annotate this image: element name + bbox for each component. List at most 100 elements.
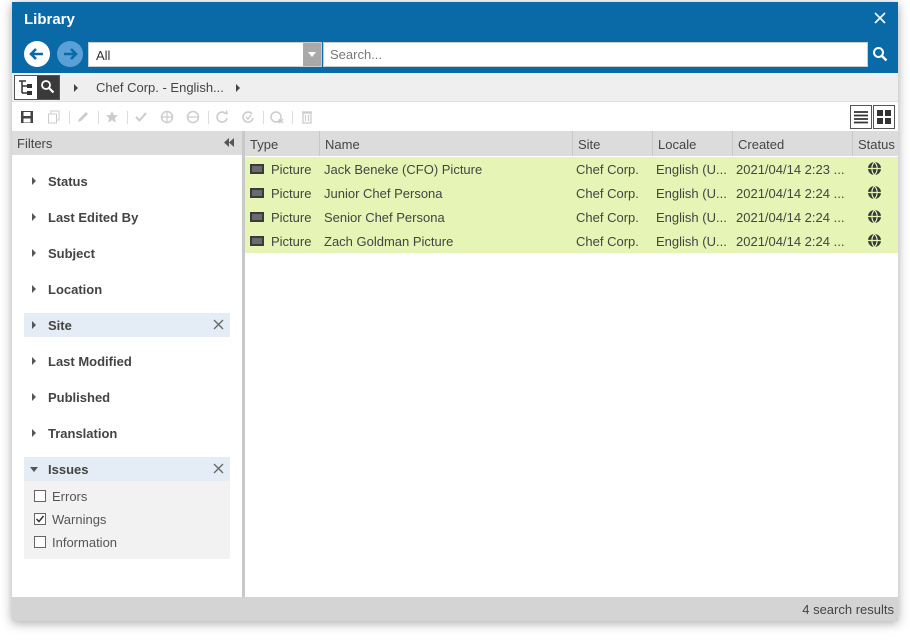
breadcrumb-separator-icon: [74, 84, 78, 92]
checkbox-label: Information: [52, 535, 118, 550]
filter-translation[interactable]: Translation: [24, 421, 230, 445]
breadcrumb-separator-icon[interactable]: [236, 84, 240, 92]
copy-icon[interactable]: [47, 110, 61, 124]
filters-title: Filters: [17, 136, 53, 151]
column-header-site[interactable]: Site: [573, 131, 653, 156]
table-row[interactable]: Picture Zach Goldman Picture Chef Corp. …: [245, 229, 898, 253]
filter-label: Site: [48, 318, 72, 333]
breadcrumb-item[interactable]: Chef Corp. - English...: [96, 80, 224, 95]
scope-value: All: [96, 48, 111, 63]
checkmark-icon[interactable]: [134, 110, 148, 124]
toolbar-divider: [208, 111, 209, 124]
expand-icon: [32, 357, 36, 365]
search-view-button[interactable]: [37, 76, 59, 99]
picture-icon: [250, 188, 264, 198]
grid-icon: [877, 110, 891, 124]
scope-select[interactable]: All: [88, 42, 322, 67]
back-button[interactable]: [24, 41, 50, 67]
filter-label: Location: [48, 282, 103, 297]
grid-view-button[interactable]: [873, 105, 895, 129]
picture-icon: [250, 212, 264, 222]
picture-icon: [250, 164, 264, 174]
filters-header: Filters: [12, 131, 242, 155]
picture-icon: [250, 236, 264, 246]
column-header-created[interactable]: Created: [733, 131, 853, 156]
sync-icon[interactable]: [215, 110, 229, 124]
issues-options: Errors Warnings Information: [24, 481, 230, 559]
tree-search-toggle[interactable]: [14, 75, 60, 100]
filter-published[interactable]: Published: [24, 385, 230, 409]
trash-icon[interactable]: [300, 110, 314, 124]
expand-icon: [32, 429, 36, 437]
cell-site: Chef Corp.: [576, 186, 639, 201]
filter-issues[interactable]: Issues: [24, 457, 230, 481]
filter-last-modified[interactable]: Last Modified: [24, 349, 230, 373]
cell-type: Picture: [271, 234, 312, 249]
cell-locale: English (U...: [656, 210, 727, 225]
column-header-locale[interactable]: Locale: [653, 131, 733, 156]
column-label: Created: [738, 137, 785, 152]
dropdown-toggle[interactable]: [303, 43, 321, 66]
breadcrumb-bar: Chef Corp. - English...: [12, 73, 898, 102]
expand-icon: [32, 177, 36, 185]
forward-button[interactable]: [57, 41, 83, 67]
column-header-type[interactable]: Type: [245, 131, 320, 156]
remove-filter-icon[interactable]: [213, 463, 224, 474]
layout-switcher: [850, 105, 896, 129]
checkbox-box[interactable]: [34, 536, 46, 548]
cell-name: Zach Goldman Picture: [324, 234, 454, 249]
filter-last-edited-by[interactable]: Last Edited By: [24, 205, 230, 229]
column-header-status[interactable]: Status: [853, 131, 898, 156]
table-row[interactable]: Picture Senior Chef Persona Chef Corp. E…: [245, 205, 898, 229]
collapse-panel-icon[interactable]: [224, 138, 234, 147]
checkbox-errors[interactable]: Errors: [34, 487, 194, 505]
cell-type: Picture: [271, 210, 312, 225]
close-icon[interactable]: [872, 10, 888, 26]
publish-globe-icon[interactable]: [160, 110, 174, 124]
checkmark-icon: [35, 515, 45, 523]
checkbox-warnings[interactable]: Warnings: [34, 510, 194, 528]
save-icon[interactable]: [20, 110, 34, 124]
filter-location[interactable]: Location: [24, 277, 230, 301]
checkbox-box[interactable]: [34, 490, 46, 502]
sync-check-icon[interactable]: [241, 110, 255, 124]
column-label: Locale: [658, 137, 697, 152]
expand-icon: [32, 213, 36, 221]
search-icon[interactable]: [872, 46, 888, 62]
checkbox-box[interactable]: [34, 513, 46, 525]
remove-filter-icon[interactable]: [213, 319, 224, 330]
pencil-icon[interactable]: [76, 110, 90, 124]
table-row[interactable]: Picture Jack Beneke (CFO) Picture Chef C…: [245, 157, 898, 181]
table-row[interactable]: Picture Junior Chef Persona Chef Corp. E…: [245, 181, 898, 205]
cell-type: Picture: [271, 162, 312, 177]
filter-label: Last Edited By: [48, 210, 139, 225]
nav-bar: All: [12, 36, 898, 73]
search-field[interactable]: [323, 42, 868, 67]
toolbar-divider: [292, 111, 293, 124]
tree-view-button[interactable]: [15, 76, 37, 99]
filter-label: Published: [48, 390, 111, 405]
withdraw-globe-icon[interactable]: [186, 110, 200, 124]
tree-icon: [19, 80, 32, 95]
window-title: Library: [24, 11, 75, 28]
search-icon: [41, 80, 55, 94]
library-window: Library All Chef Corp: [12, 2, 898, 621]
column-header-name[interactable]: Name: [320, 131, 573, 156]
title-bar: Library: [12, 2, 898, 36]
remove-globe-icon[interactable]: [270, 110, 284, 124]
published-globe-icon: [868, 161, 881, 176]
result-count: 4 search results: [802, 602, 894, 617]
checkbox-label: Errors: [52, 489, 88, 504]
filter-status[interactable]: Status: [24, 169, 230, 193]
filter-label: Subject: [48, 246, 95, 261]
star-icon[interactable]: [105, 110, 119, 124]
checkbox-information[interactable]: Information: [34, 533, 194, 551]
cell-created: 2021/04/14 2:24 ...: [736, 210, 845, 225]
search-input[interactable]: [324, 43, 867, 66]
filter-subject[interactable]: Subject: [24, 241, 230, 265]
column-label: Name: [325, 137, 360, 152]
filter-site[interactable]: Site: [24, 313, 230, 337]
toolbar-divider: [263, 111, 264, 124]
grid-header: Type Name Site Locale Created Status: [245, 131, 898, 156]
list-view-button[interactable]: [850, 105, 872, 129]
